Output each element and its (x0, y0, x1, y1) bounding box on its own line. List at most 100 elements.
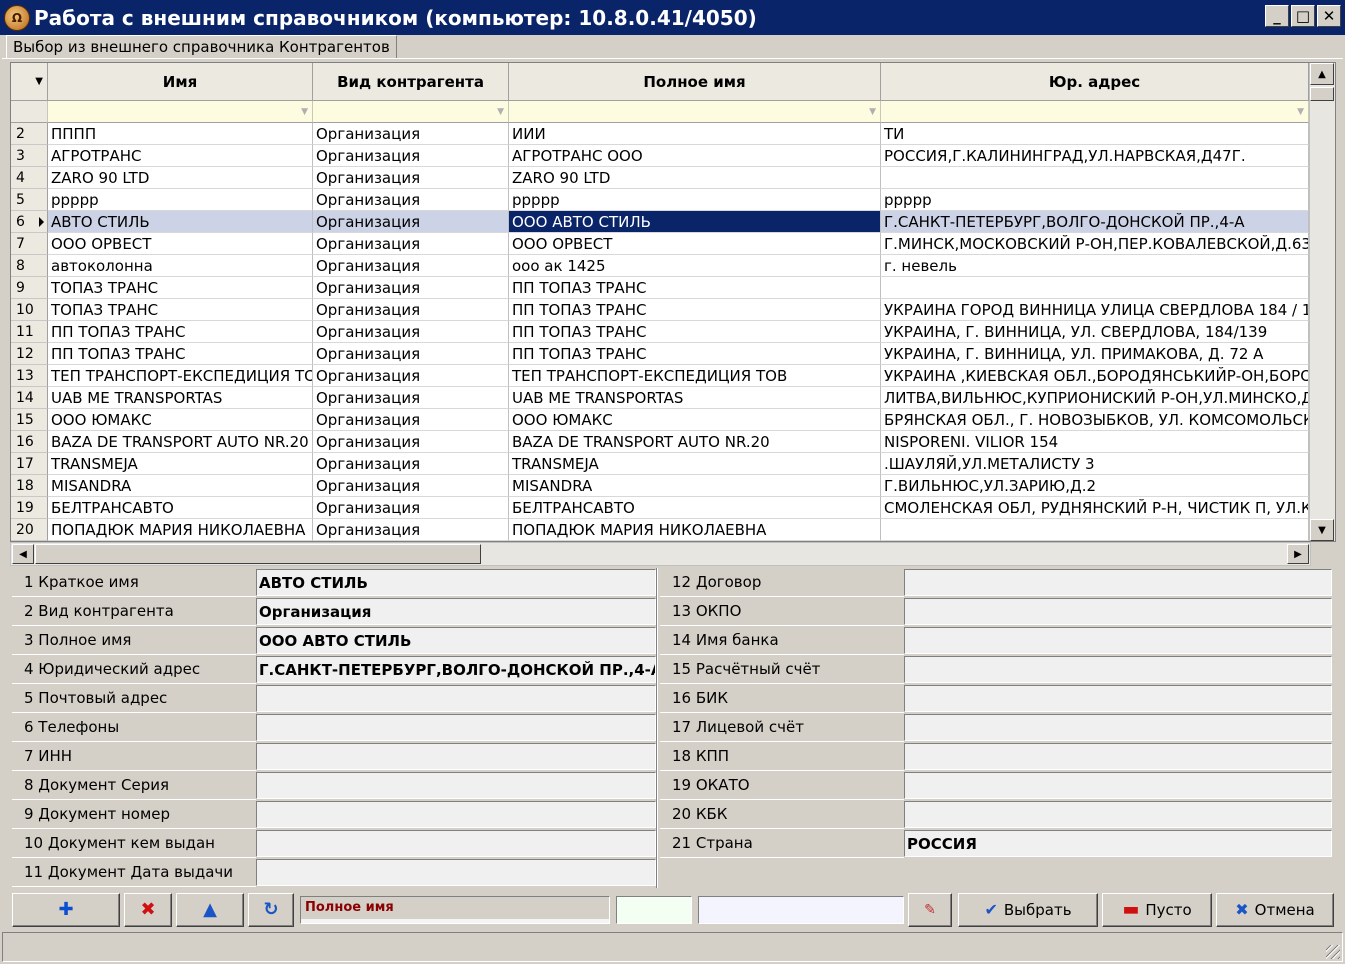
scroll-up-icon[interactable]: ▲ (1310, 63, 1334, 85)
scroll-down-icon[interactable]: ▼ (1310, 519, 1334, 541)
cell-kind[interactable]: Организация (313, 189, 509, 211)
select-button[interactable]: ✔ Выбрать (958, 893, 1098, 927)
column-header-name[interactable]: Имя (48, 63, 313, 101)
cell-address[interactable]: Г.САНКТ-ПЕТЕРБУРГ,ВОЛГО-ДОНСКОЙ ПР.,4-А (881, 211, 1309, 233)
cell-full-name[interactable]: ИИИ (509, 123, 881, 145)
detail-value-field[interactable] (256, 772, 656, 799)
cell-kind[interactable]: Организация (313, 211, 509, 233)
cell-name[interactable]: ПППП (48, 123, 313, 145)
add-button[interactable]: ✚ (12, 893, 120, 927)
cell-name[interactable]: автоколонна (48, 255, 313, 277)
clear-search-button[interactable]: ✎ (908, 893, 952, 927)
filter-name[interactable]: ▼ (48, 101, 313, 123)
cell-kind[interactable]: Организация (313, 167, 509, 189)
table-row[interactable]: 12 ПП ТОПАЗ ТРАНС Организация ПП ТОПАЗ ТРАН… (11, 343, 1309, 365)
table-row[interactable]: 10 ТОПАЗ ТРАНС Организация ПП ТОПАЗ ТРАНС УК… (11, 299, 1309, 321)
cell-kind[interactable]: Организация (313, 277, 509, 299)
row-number[interactable]: 6 (11, 211, 48, 233)
close-icon[interactable]: ✕ (1317, 5, 1341, 27)
search-input[interactable] (698, 896, 904, 924)
row-number[interactable]: 4 (11, 167, 48, 189)
cell-full-name[interactable]: ZARO 90 LTD (509, 167, 881, 189)
row-number[interactable]: 20 (11, 519, 48, 541)
resize-grip-icon[interactable] (1326, 945, 1340, 959)
search-counter-field[interactable] (616, 896, 692, 924)
maximize-icon[interactable]: □ (1291, 5, 1315, 27)
detail-value-field[interactable] (256, 859, 656, 886)
detail-value-field[interactable]: РОССИЯ (904, 830, 1332, 857)
table-row[interactable]: 16 BAZA DE TRANSPORT AUTO NR.20 Организаци… (11, 431, 1309, 453)
table-row[interactable]: 4 ZARO 90 LTD Организация ZARO 90 LTD (11, 167, 1309, 189)
cell-name[interactable]: ZARO 90 LTD (48, 167, 313, 189)
detail-value-field[interactable] (904, 772, 1332, 799)
cell-full-name[interactable]: ПП ТОПАЗ ТРАНС (509, 299, 881, 321)
cancel-button[interactable]: ✖ Отмена (1216, 893, 1334, 927)
row-number[interactable]: 11 (11, 321, 48, 343)
table-row[interactable]: 5 ppppp Организация ppppp ppppp (11, 189, 1309, 211)
cell-kind[interactable]: Организация (313, 519, 509, 541)
cell-full-name[interactable]: ООО ЮМАКС (509, 409, 881, 431)
minimize-icon[interactable]: _ (1265, 5, 1289, 27)
cell-address[interactable]: УКРАИНА, Г. ВИННИЦА, УЛ. ПРИМАКОВА, Д. 7… (881, 343, 1309, 365)
detail-value-field[interactable] (904, 598, 1332, 625)
cell-address[interactable]: РОССИЯ,Г.КАЛИНИНГРАД,УЛ.НАРВСКАЯ,Д47Г. (881, 145, 1309, 167)
table-row[interactable]: 11 ПП ТОПАЗ ТРАНС Организация ПП ТОПАЗ ТРАН… (11, 321, 1309, 343)
table-row[interactable]: 19 БЕЛТРАНСАВТО Организация БЕЛТРАНСАВТО СМО… (11, 497, 1309, 519)
cell-kind[interactable]: Организация (313, 431, 509, 453)
filter-kind[interactable]: ▼ (313, 101, 509, 123)
cell-address[interactable] (881, 277, 1309, 299)
filter-full-name[interactable]: ▼ (509, 101, 881, 123)
cell-address[interactable]: УКРАИНА ГОРОД ВИННИЦА УЛИЦА СВЕРДЛОВА 18… (881, 299, 1309, 321)
row-number[interactable]: 3 (11, 145, 48, 167)
table-row[interactable]: 8 автоколонна Организация ооо ак 1425 г. нев… (11, 255, 1309, 277)
detail-value-field[interactable] (904, 569, 1332, 596)
cell-full-name[interactable]: MISANDRA (509, 475, 881, 497)
table-row[interactable]: 2 ПППП Организация ИИИ ТИ (11, 123, 1309, 145)
cell-name[interactable]: ТЕП ТРАНСПОРТ-ЕКСПЕДИЦИЯ ТО (48, 365, 313, 387)
detail-value-field[interactable] (256, 830, 656, 857)
vertical-scrollbar[interactable]: ▲ ▼ (1309, 63, 1335, 541)
empty-button[interactable]: ▬ Пусто (1102, 893, 1212, 927)
row-number[interactable]: 13 (11, 365, 48, 387)
row-number[interactable]: 17 (11, 453, 48, 475)
cell-kind[interactable]: Организация (313, 343, 509, 365)
row-number[interactable]: 16 (11, 431, 48, 453)
cell-address[interactable]: ppppp (881, 189, 1309, 211)
table-row[interactable]: 17 TRANSMEJA Организация TRANSMEJA .ШАУЛЯЙ,У… (11, 453, 1309, 475)
cell-full-name[interactable]: БЕЛТРАНСАВТО (509, 497, 881, 519)
horizontal-scroll-thumb[interactable] (35, 544, 481, 564)
cell-full-name[interactable]: ПП ТОПАЗ ТРАНС (509, 277, 881, 299)
cell-kind[interactable]: Организация (313, 321, 509, 343)
table-row[interactable]: 14 UAB ME TRANSPORTAS Организация UAB ME TR… (11, 387, 1309, 409)
cell-full-name[interactable]: BAZA DE TRANSPORT AUTO NR.20 (509, 431, 881, 453)
cell-address[interactable]: ТИ (881, 123, 1309, 145)
cell-kind[interactable]: Организация (313, 453, 509, 475)
cell-name[interactable]: ПОПАДЮК МАРИЯ НИКОЛАЕВНА (48, 519, 313, 541)
delete-button[interactable]: ✖ (124, 893, 172, 927)
cell-address[interactable] (881, 167, 1309, 189)
detail-value-field[interactable] (904, 714, 1332, 741)
row-number[interactable]: 7 (11, 233, 48, 255)
cell-full-name[interactable]: UAB ME TRANSPORTAS (509, 387, 881, 409)
cell-address[interactable]: Г.МИНСК,МОСКОВСКИЙ Р-ОН,ПЕР.КОВАЛЕВСКОЙ,… (881, 233, 1309, 255)
cell-full-name[interactable]: ПП ТОПАЗ ТРАНС (509, 321, 881, 343)
cell-name[interactable]: БЕЛТРАНСАВТО (48, 497, 313, 519)
cell-full-name[interactable]: TRANSMEJA (509, 453, 881, 475)
scroll-left-icon[interactable]: ◀ (12, 544, 34, 564)
row-number[interactable]: 8 (11, 255, 48, 277)
filter-address[interactable]: ▼ (881, 101, 1309, 123)
column-header-full-name[interactable]: Полное имя (509, 63, 881, 101)
detail-value-field[interactable] (904, 627, 1332, 654)
cell-name[interactable]: TRANSMEJA (48, 453, 313, 475)
table-row[interactable]: 18 MISANDRA Организация MISANDRA Г.ВИЛЬНЮС,У… (11, 475, 1309, 497)
cell-full-name[interactable]: ТЕП ТРАНСПОРТ-ЕКСПЕДИЦИЯ ТОВ (509, 365, 881, 387)
cell-name[interactable]: ТОПАЗ ТРАНС (48, 299, 313, 321)
table-row[interactable]: 3 АГРОТРАНС Организация АГРОТРАНС ООО РОССИЯ… (11, 145, 1309, 167)
cell-kind[interactable]: Организация (313, 233, 509, 255)
refresh-button[interactable]: ↻ (248, 893, 294, 927)
table-row[interactable]: 7 ООО ОРВЕСТ Организация ООО ОРВЕСТ Г.МИНСК,… (11, 233, 1309, 255)
cell-name[interactable]: UAB ME TRANSPORTAS (48, 387, 313, 409)
detail-value-field[interactable] (256, 685, 656, 712)
row-number[interactable]: 10 (11, 299, 48, 321)
column-menu-button[interactable]: ▼ (11, 63, 48, 101)
